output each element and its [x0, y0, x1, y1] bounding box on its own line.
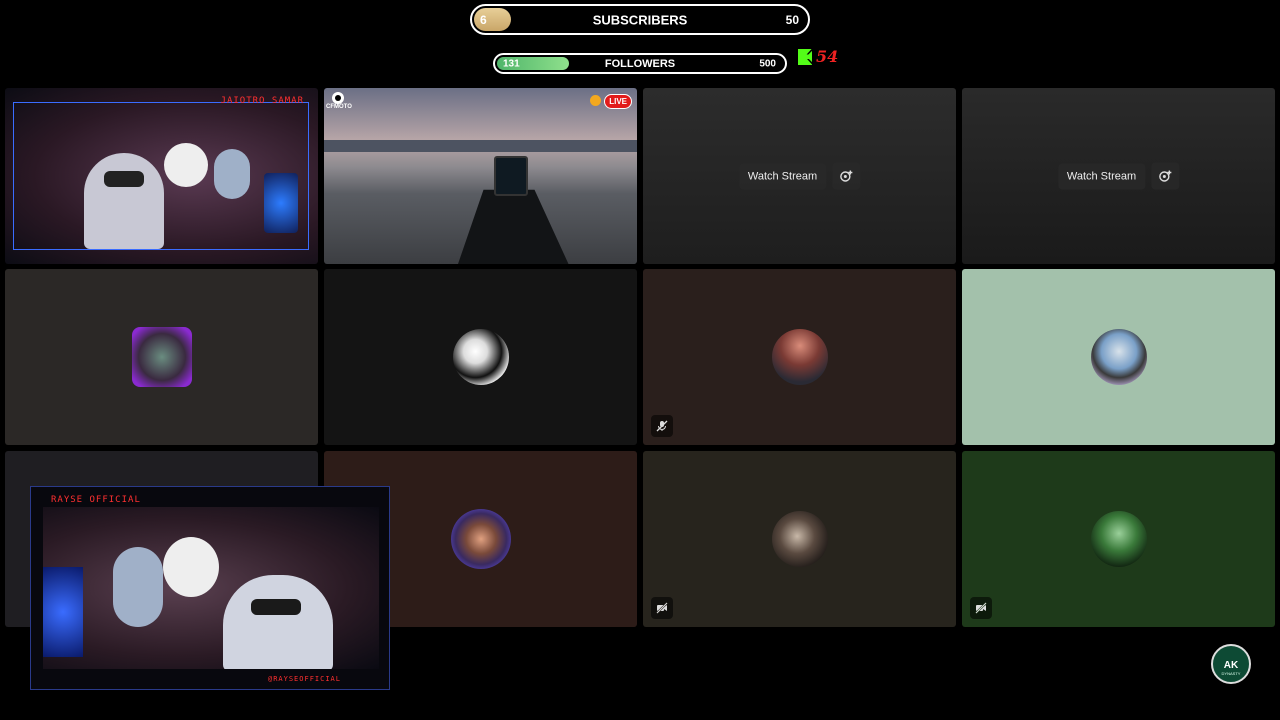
logo-text: AK: [1223, 659, 1239, 671]
top-cam-title: JAIOTRO SAMAR: [220, 96, 304, 106]
avatar: [1090, 329, 1147, 385]
bridge-silhouette: [324, 140, 637, 152]
alert-dot-icon: [590, 95, 601, 106]
cfmoto-logo-icon: [332, 92, 344, 104]
subscribers-goal-bar: 6 SUBSCRIBERS 50: [470, 4, 810, 35]
tile-participant-7[interactable]: [643, 451, 956, 627]
kick-count: 54: [816, 47, 839, 66]
subscribers-current: 6: [480, 12, 487, 27]
bottom-cam-title: RAYSE OFFICIAL: [51, 495, 141, 505]
plush-bear: [164, 143, 208, 187]
watch-stream-button-2[interactable]: Watch Stream: [1057, 163, 1146, 189]
followers-current: 131: [503, 58, 520, 69]
avatar: [771, 329, 828, 385]
followers-target: 500: [759, 58, 776, 69]
subscribers-label: SUBSCRIBERS: [592, 12, 688, 27]
tile-participant-8[interactable]: [962, 451, 1275, 627]
tile-watch-stream-1[interactable]: Watch Stream: [643, 88, 956, 264]
tile-webcam-top[interactable]: JAIOTRO SAMAR: [5, 88, 318, 264]
pc-case-lights: [43, 567, 83, 657]
person-figure: [223, 575, 333, 669]
tile-stream-cfmoto[interactable]: CFMOTO LIVE: [324, 88, 637, 264]
watch-stream-controls-1: Watch Stream: [738, 162, 861, 190]
pc-case-lights: [264, 173, 298, 233]
mic-muted-icon: [651, 415, 673, 437]
popout-stream-icon[interactable]: [1151, 162, 1180, 190]
webcam-overlay-bottom: RAYSE OFFICIAL @RAYSEOFFICIAL: [30, 486, 390, 690]
popout-stream-icon[interactable]: [832, 162, 861, 190]
webcam-frame: [13, 102, 309, 250]
subscribers-target: 50: [785, 12, 799, 27]
avatar: [452, 329, 509, 385]
person-figure: [84, 153, 164, 249]
webcam-feed: [43, 507, 379, 669]
tile-participant-2[interactable]: [324, 269, 637, 445]
camera-off-icon: [651, 597, 673, 619]
plush-bunny: [214, 149, 250, 199]
followers-goal-bar: 131 FOLLOWERS 500: [493, 53, 787, 74]
kick-viewer-count: 54: [798, 47, 838, 66]
tile-participant-4[interactable]: [962, 269, 1275, 445]
bottom-cam-handle: @RAYSEOFFICIAL: [267, 675, 341, 683]
avatar: [1090, 511, 1147, 567]
plush-bear: [163, 537, 219, 597]
sunglasses: [104, 171, 144, 187]
sunglasses: [251, 599, 301, 615]
phone-mount: [494, 156, 528, 196]
live-badge: LIVE: [604, 94, 632, 109]
followers-label: FOLLOWERS: [604, 57, 676, 70]
kick-logo-icon: [798, 48, 812, 65]
tile-participant-3[interactable]: [643, 269, 956, 445]
avatar: [771, 511, 828, 567]
ak-dynasty-logo: AK DYNASTY: [1211, 644, 1251, 684]
avatar: [131, 327, 192, 387]
avatar: [450, 509, 511, 569]
plush-bunny: [113, 547, 163, 627]
watch-stream-controls-2: Watch Stream: [1057, 162, 1180, 190]
logo-subtext: DYNASTY: [1221, 670, 1241, 676]
cfmoto-brand: CFMOTO: [326, 104, 352, 110]
watch-stream-button-1[interactable]: Watch Stream: [738, 163, 827, 189]
tile-watch-stream-2[interactable]: Watch Stream: [962, 88, 1275, 264]
camera-off-icon: [970, 597, 992, 619]
tile-participant-1[interactable]: [5, 269, 318, 445]
